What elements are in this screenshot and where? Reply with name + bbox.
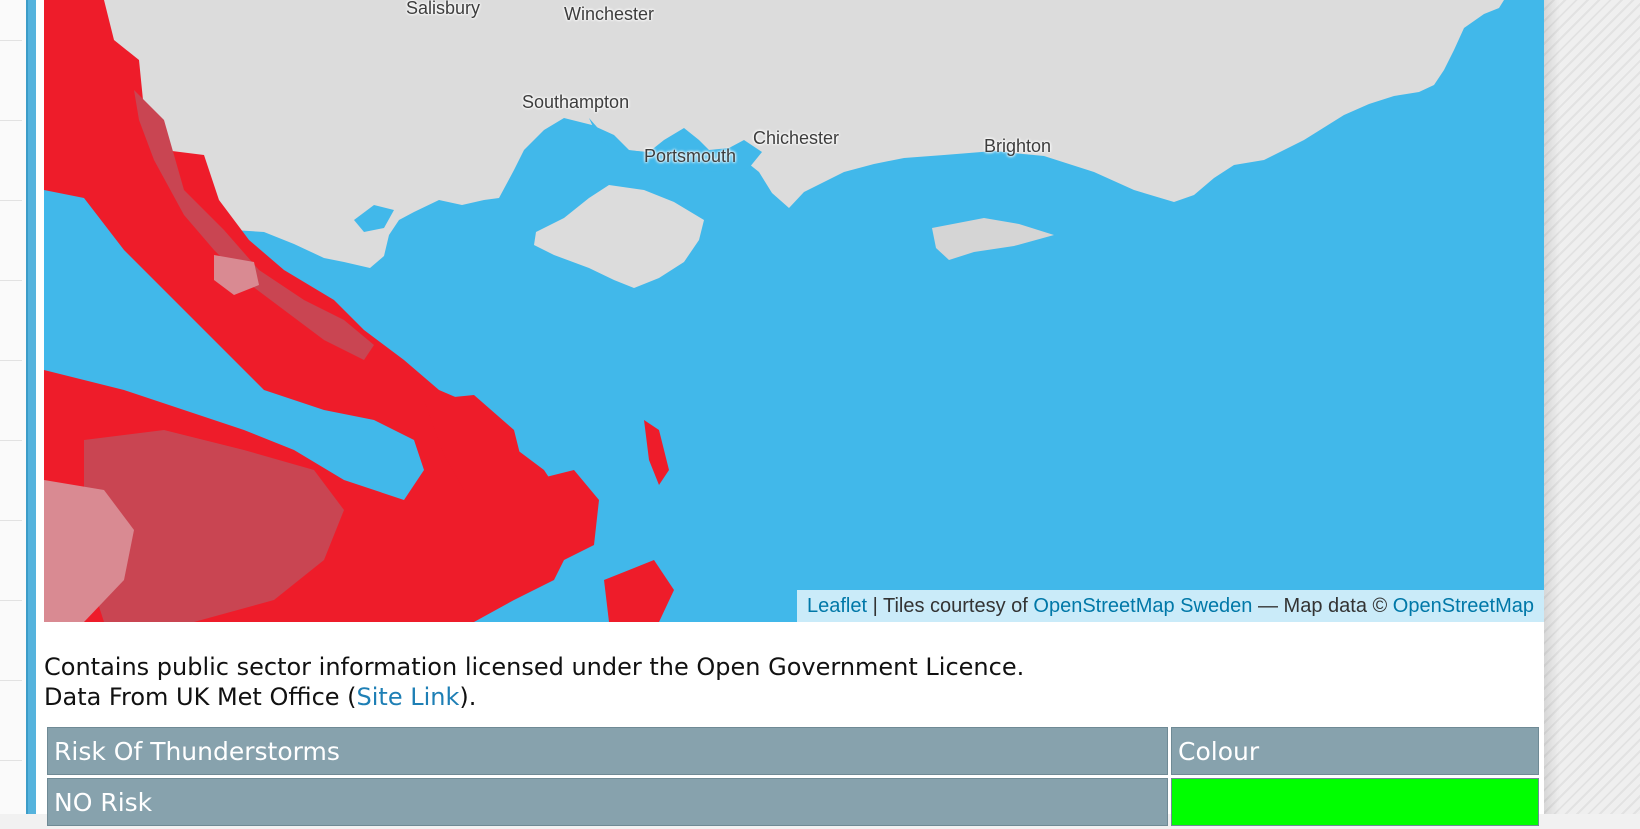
offshore-area xyxy=(932,218,1054,260)
left-gutter xyxy=(0,0,26,814)
osm-sweden-link[interactable]: OpenStreetMap Sweden xyxy=(1033,595,1252,617)
place-label-brighton: Brighton xyxy=(984,136,1052,156)
risk-label: NO Risk xyxy=(47,778,1168,826)
content-panel: Salisbury Winchester Southampton Chiches… xyxy=(36,0,1544,826)
leaflet-link[interactable]: Leaflet xyxy=(807,595,867,617)
place-label-salisbury: Salisbury xyxy=(406,0,481,18)
attribution-data-text: — Map data © xyxy=(1252,595,1393,617)
risk-legend-table: Risk Of Thunderstorms Colour NO Risk xyxy=(44,724,1542,829)
data-source-line: Data From UK Met Office (Site Link). xyxy=(44,683,477,711)
attribution-tiles-text: | Tiles courtesy of xyxy=(867,595,1034,617)
header-risk: Risk Of Thunderstorms xyxy=(47,727,1168,775)
header-colour: Colour xyxy=(1171,727,1539,775)
map-attribution: Leaflet | Tiles courtesy of OpenStreetMa… xyxy=(796,590,1544,622)
place-label-chichester: Chichester xyxy=(753,128,840,148)
map-view[interactable]: Salisbury Winchester Southampton Chiches… xyxy=(44,0,1544,622)
osm-link[interactable]: OpenStreetMap xyxy=(1393,595,1534,617)
table-header-row: Risk Of Thunderstorms Colour xyxy=(47,727,1539,775)
place-label-winchester: Winchester xyxy=(564,4,655,24)
risk-colour-swatch xyxy=(1171,778,1539,826)
license-line: Contains public sector information licen… xyxy=(44,653,1025,681)
site-link[interactable]: Site Link xyxy=(357,683,460,711)
license-notice: Contains public sector information licen… xyxy=(44,652,1524,712)
place-label-southampton: Southampton xyxy=(522,92,630,112)
place-label-portsmouth: Portsmouth xyxy=(644,146,737,166)
isle-of-wight xyxy=(534,185,704,288)
table-row: NO Risk xyxy=(47,778,1539,826)
map-tiles xyxy=(44,0,1504,622)
